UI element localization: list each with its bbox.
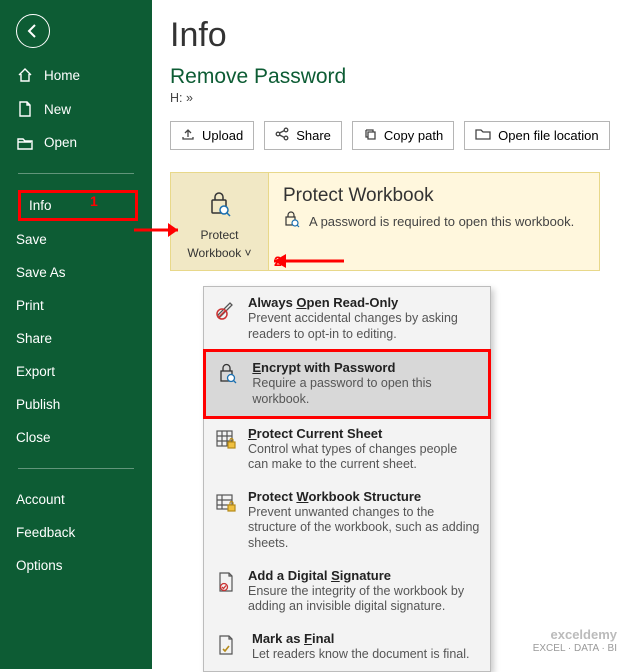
sidebar-item-new[interactable]: New bbox=[0, 92, 152, 126]
lock-magnifier-icon bbox=[205, 189, 235, 224]
sidebar-item-account[interactable]: Account bbox=[0, 483, 152, 516]
protect-workbook-menu: Always Open Read-OnlyPrevent accidental … bbox=[203, 286, 491, 672]
button-label: Copy path bbox=[384, 128, 443, 143]
divider bbox=[18, 173, 134, 174]
sidebar-item-label: Close bbox=[16, 430, 51, 445]
menu-item-title: Mark as Final bbox=[252, 631, 469, 646]
open-location-button[interactable]: Open file location bbox=[464, 121, 609, 150]
menu-item-desc: Let readers know the document is final. bbox=[252, 647, 469, 663]
sidebar-item-label: Publish bbox=[16, 397, 60, 412]
menu-item-title: Protect Current Sheet bbox=[248, 426, 480, 441]
sidebar-item-print[interactable]: Print bbox=[0, 289, 152, 322]
sidebar-item-label: Print bbox=[16, 298, 44, 313]
sidebar-item-options[interactable]: Options bbox=[0, 549, 152, 582]
menu-item-title: Encrypt with Password bbox=[252, 360, 478, 375]
sidebar-item-save-as[interactable]: Save As bbox=[0, 256, 152, 289]
sidebar-item-feedback[interactable]: Feedback bbox=[0, 516, 152, 549]
page-title: Info bbox=[170, 16, 627, 55]
backstage-sidebar: Home New Open Info Save Save As Print Sh… bbox=[0, 0, 152, 669]
info-toolbar: Upload Share Copy path Open file locatio… bbox=[170, 121, 627, 150]
watermark: exceldemyEXCEL · DATA · BI bbox=[533, 627, 617, 655]
sidebar-item-label: Account bbox=[16, 492, 65, 507]
section-description: A password is required to open this work… bbox=[309, 214, 574, 229]
sidebar-item-open[interactable]: Open bbox=[0, 126, 152, 159]
divider bbox=[18, 468, 134, 469]
sidebar-item-label: Home bbox=[44, 68, 80, 83]
menu-item-mark-final[interactable]: Mark as FinalLet readers know the docume… bbox=[204, 623, 490, 671]
menu-item-encrypt[interactable]: Encrypt with PasswordRequire a password … bbox=[203, 349, 491, 418]
protect-workbook-section: Protect Workbook ˅ Protect Workbook A pa… bbox=[170, 172, 600, 271]
menu-item-title: Always Open Read-Only bbox=[248, 295, 480, 310]
sidebar-item-save[interactable]: Save bbox=[0, 223, 152, 256]
sidebar-item-label: New bbox=[44, 102, 71, 117]
open-icon bbox=[16, 136, 34, 150]
sidebar-item-share[interactable]: Share bbox=[0, 322, 152, 355]
share-button[interactable]: Share bbox=[264, 121, 342, 150]
menu-item-protect-structure[interactable]: Protect Workbook StructurePrevent unwant… bbox=[204, 481, 490, 560]
sidebar-item-label: Save As bbox=[16, 265, 66, 280]
lock-magnifier-icon bbox=[216, 360, 242, 407]
menu-item-desc: Ensure the integrity of the workbook by … bbox=[248, 584, 480, 615]
menu-item-desc: Prevent accidental changes by asking rea… bbox=[248, 311, 480, 342]
button-label-line1: Protect bbox=[200, 228, 238, 242]
sidebar-item-label: Info bbox=[29, 198, 52, 213]
upload-icon bbox=[181, 127, 195, 144]
menu-item-title: Add a Digital Signature bbox=[248, 568, 480, 583]
protect-workbook-button[interactable]: Protect Workbook ˅ bbox=[171, 173, 269, 270]
sidebar-item-home[interactable]: Home bbox=[0, 58, 152, 92]
folder-icon bbox=[475, 128, 491, 143]
document-name: Remove Password bbox=[170, 65, 627, 89]
lock-magnifier-icon bbox=[283, 211, 301, 232]
sidebar-item-label: Options bbox=[16, 558, 63, 573]
back-button[interactable] bbox=[16, 14, 50, 48]
menu-item-digital-signature[interactable]: Add a Digital SignatureEnsure the integr… bbox=[204, 560, 490, 623]
menu-item-desc: Prevent unwanted changes to the structur… bbox=[248, 505, 480, 552]
sheet-lock-icon bbox=[214, 426, 238, 473]
signature-icon bbox=[214, 568, 238, 615]
share-icon bbox=[275, 127, 289, 144]
upload-button[interactable]: Upload bbox=[170, 121, 254, 150]
home-icon bbox=[16, 67, 34, 83]
sidebar-item-label: Save bbox=[16, 232, 47, 247]
sidebar-item-label: Feedback bbox=[16, 525, 75, 540]
button-label-line2: Workbook ˅ bbox=[187, 246, 251, 260]
menu-item-desc: Require a password to open this workbook… bbox=[252, 376, 478, 407]
sidebar-item-publish[interactable]: Publish bbox=[0, 388, 152, 421]
button-label: Open file location bbox=[498, 128, 598, 143]
document-check-icon bbox=[214, 631, 242, 663]
menu-item-desc: Control what types of changes people can… bbox=[248, 442, 480, 473]
menu-item-read-only[interactable]: Always Open Read-OnlyPrevent accidental … bbox=[204, 287, 490, 350]
pencil-block-icon bbox=[214, 295, 238, 342]
workbook-lock-icon bbox=[214, 489, 238, 552]
sidebar-item-label: Share bbox=[16, 331, 52, 346]
sidebar-item-info[interactable]: Info bbox=[18, 190, 138, 221]
copy-path-button[interactable]: Copy path bbox=[352, 121, 454, 150]
menu-item-title: Protect Workbook Structure bbox=[248, 489, 480, 504]
sidebar-item-label: Export bbox=[16, 364, 55, 379]
button-label: Upload bbox=[202, 128, 243, 143]
menu-item-protect-sheet[interactable]: Protect Current SheetControl what types … bbox=[204, 418, 490, 481]
document-path: H: » bbox=[170, 91, 627, 105]
sidebar-item-export[interactable]: Export bbox=[0, 355, 152, 388]
new-icon bbox=[16, 101, 34, 117]
sidebar-item-label: Open bbox=[44, 135, 77, 150]
sidebar-item-close[interactable]: Close bbox=[0, 421, 152, 454]
button-label: Share bbox=[296, 128, 331, 143]
copy-icon bbox=[363, 127, 377, 144]
section-heading: Protect Workbook bbox=[283, 185, 574, 207]
